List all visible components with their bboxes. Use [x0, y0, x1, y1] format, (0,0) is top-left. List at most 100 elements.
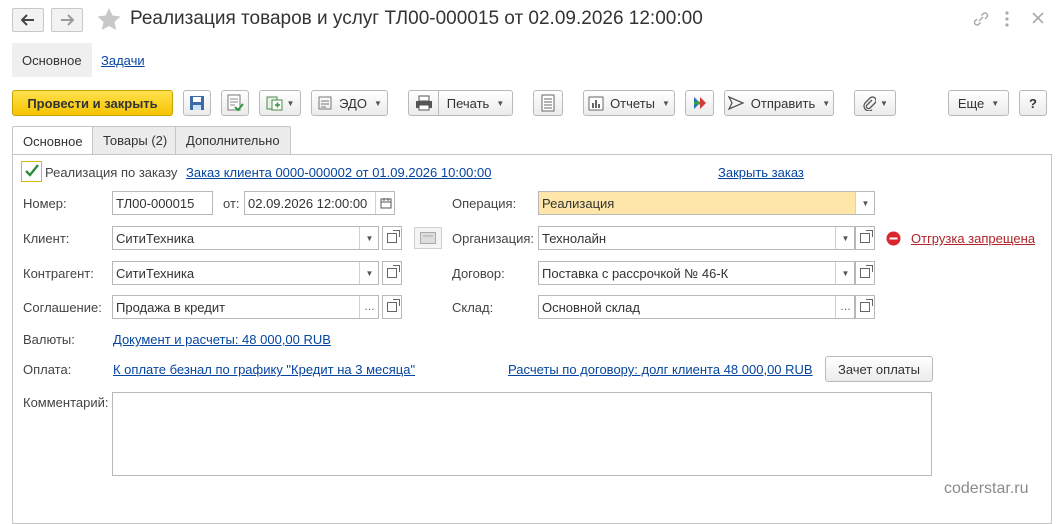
- dropdown-arrow-icon: ▼: [880, 98, 888, 108]
- number-field[interactable]: ТЛ00-000015: [112, 191, 213, 215]
- tab-goods[interactable]: Товары (2): [92, 126, 179, 154]
- currency-link[interactable]: Документ и расчеты: 48 000,00 RUB: [113, 332, 331, 347]
- dropdown-arrow-icon: ▼: [286, 98, 295, 108]
- operation-field[interactable]: Реализация ▼: [538, 191, 875, 215]
- dropdown-arrow-icon: ▼: [662, 98, 670, 108]
- checkmark-icon: [25, 164, 39, 177]
- open-organization-button[interactable]: [855, 226, 875, 250]
- operation-label: Операция:: [452, 196, 517, 211]
- agreement-field[interactable]: Продажа в кредит …: [112, 295, 379, 319]
- arrow-right-icon: [61, 14, 74, 26]
- open-icon: [860, 299, 873, 312]
- operation-value: Реализация: [542, 195, 615, 211]
- print-label: Печать: [446, 95, 490, 111]
- open-icon: [387, 299, 400, 312]
- section-tasks[interactable]: Задачи: [91, 43, 155, 77]
- tab-additional[interactable]: Дополнительно: [175, 126, 291, 154]
- date-label: от:: [223, 196, 240, 211]
- warehouse-value: Основной склад: [542, 299, 640, 315]
- open-client-button[interactable]: [382, 226, 402, 250]
- ellipsis-icon[interactable]: …: [359, 296, 378, 318]
- reports-button[interactable]: Отчеты ▼: [583, 90, 675, 116]
- currency-label: Валюты:: [23, 332, 75, 347]
- create-based-on-button[interactable]: ▼: [259, 90, 301, 116]
- structure-button[interactable]: [685, 90, 714, 116]
- favorite-star-icon[interactable]: [96, 7, 122, 34]
- edo-label: ЭДО: [339, 95, 367, 111]
- print-button[interactable]: [408, 90, 439, 116]
- save-button[interactable]: [183, 90, 211, 116]
- send-icon: [727, 96, 744, 110]
- edo-button[interactable]: ЭДО ▼: [311, 90, 388, 116]
- calendar-icon[interactable]: [375, 192, 394, 214]
- dropdown-arrow-icon[interactable]: ▼: [835, 227, 854, 249]
- close-icon[interactable]: [1029, 9, 1047, 30]
- post-document-icon: [227, 94, 244, 112]
- save-icon: [190, 96, 204, 110]
- comment-label: Комментарий:: [23, 395, 109, 410]
- open-counterparty-button[interactable]: [382, 261, 402, 285]
- post-and-close-button[interactable]: Провести и закрыть: [12, 90, 173, 116]
- client-card-button[interactable]: [414, 227, 442, 249]
- shipping-forbidden-link[interactable]: Отгрузка запрещена: [911, 231, 1035, 246]
- more-label: Еще: [957, 95, 985, 111]
- more-vertical-icon[interactable]: [1003, 9, 1011, 32]
- back-button[interactable]: [12, 8, 44, 32]
- open-warehouse-button[interactable]: [855, 295, 875, 319]
- warehouse-field[interactable]: Основной склад …: [538, 295, 855, 319]
- dropdown-arrow-icon[interactable]: ▼: [359, 227, 378, 249]
- help-button[interactable]: ?: [1019, 90, 1047, 116]
- payment-label: Оплата:: [23, 362, 72, 377]
- dropdown-arrow-icon: ▼: [496, 98, 505, 108]
- reports-label: Отчеты: [610, 95, 655, 111]
- open-icon: [387, 265, 400, 278]
- open-agreement-button[interactable]: [382, 295, 402, 319]
- dropdown-arrow-icon[interactable]: ▼: [835, 262, 854, 284]
- agreement-label: Соглашение:: [23, 300, 102, 315]
- counterparty-label: Контрагент:: [23, 266, 94, 281]
- attachments-button[interactable]: ▼: [854, 90, 896, 116]
- open-icon: [387, 230, 400, 243]
- forbidden-icon: [886, 231, 901, 249]
- payment-offset-button[interactable]: Зачет оплаты: [825, 356, 933, 382]
- organization-field[interactable]: Технолайн ▼: [538, 226, 855, 250]
- open-icon: [860, 265, 873, 278]
- forward-button[interactable]: [51, 8, 83, 32]
- paperclip-icon: [863, 96, 877, 111]
- send-button[interactable]: Отправить ▼: [724, 90, 834, 116]
- printer-icon: [415, 95, 432, 111]
- date-field[interactable]: 02.09.2026 12:00:00: [244, 191, 395, 215]
- arrow-left-icon: [21, 14, 34, 26]
- settlements-link[interactable]: Расчеты по договору: долг клиента 48 000…: [508, 362, 813, 377]
- payment-link[interactable]: К оплате безнал по графику "Кредит на 3 …: [113, 362, 415, 377]
- post-button[interactable]: [221, 90, 249, 116]
- order-link[interactable]: Заказ клиента 0000-000002 от 01.09.2026 …: [186, 165, 491, 180]
- more-button[interactable]: Еще ▼: [948, 90, 1009, 116]
- by-order-checkbox[interactable]: [21, 161, 42, 182]
- comment-textarea[interactable]: [112, 392, 932, 476]
- open-contract-button[interactable]: [855, 261, 875, 285]
- send-label: Отправить: [750, 95, 816, 111]
- contract-value: Поставка с рассрочкой № 46-К: [542, 265, 729, 281]
- organization-value: Технолайн: [542, 230, 607, 246]
- client-label: Клиент:: [23, 231, 70, 246]
- card-icon: [420, 232, 436, 244]
- close-order-link[interactable]: Закрыть заказ: [718, 165, 804, 180]
- agreement-value: Продажа в кредит: [116, 299, 226, 315]
- dropdown-arrow-icon[interactable]: ▼: [855, 192, 874, 214]
- contract-field[interactable]: Поставка с рассрочкой № 46-К ▼: [538, 261, 855, 285]
- date-value: 02.09.2026 12:00:00: [248, 195, 368, 211]
- client-field[interactable]: СитиТехника ▼: [112, 226, 379, 250]
- tab-main[interactable]: Основное: [12, 126, 94, 155]
- print-menu-button[interactable]: Печать ▼: [438, 90, 513, 116]
- dropdown-arrow-icon: ▼: [991, 98, 1000, 108]
- document-journal-button[interactable]: [533, 90, 563, 116]
- ellipsis-icon[interactable]: …: [835, 296, 854, 318]
- link-icon[interactable]: [972, 10, 990, 31]
- dropdown-arrow-icon[interactable]: ▼: [359, 262, 378, 284]
- section-main[interactable]: Основное: [12, 43, 92, 77]
- dropdown-arrow-icon: ▼: [822, 98, 831, 108]
- counterparty-field[interactable]: СитиТехника ▼: [112, 261, 379, 285]
- watermark: coderstar.ru: [944, 480, 1029, 497]
- reports-icon: [588, 96, 604, 111]
